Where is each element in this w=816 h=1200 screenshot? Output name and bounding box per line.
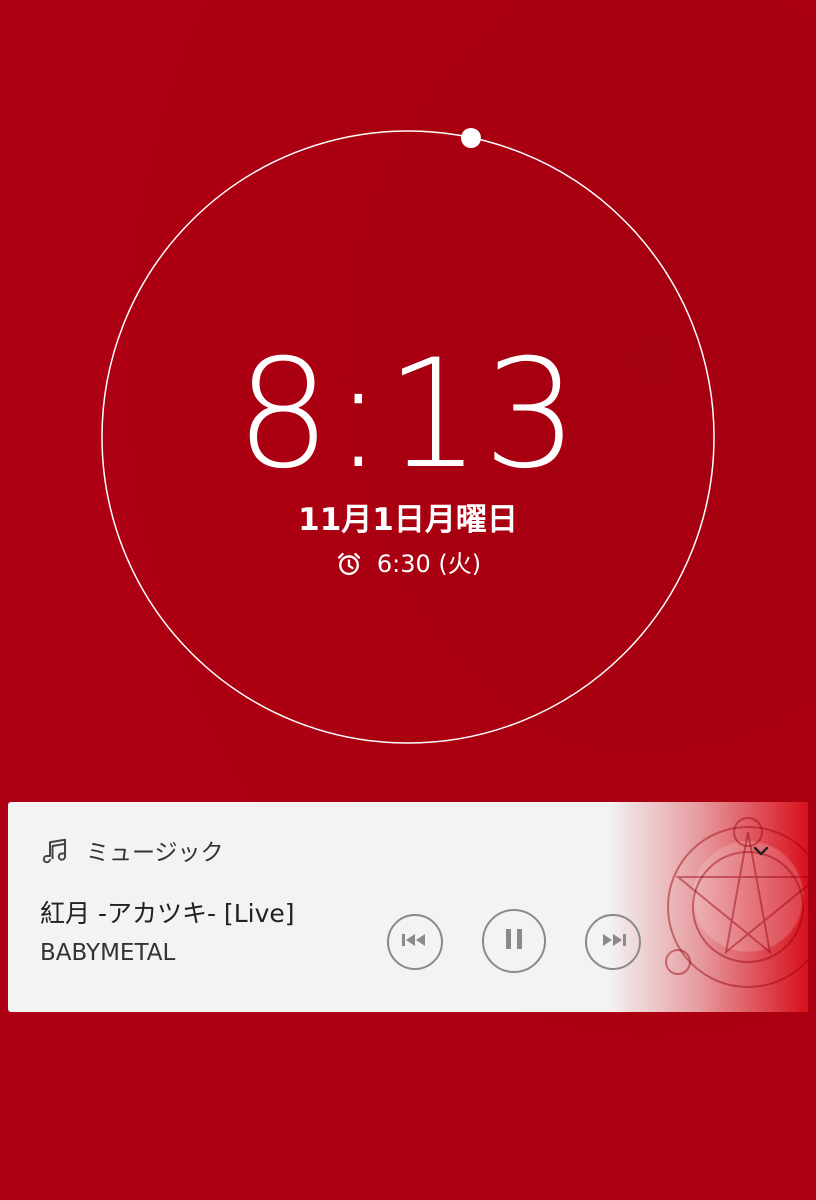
seconds-indicator-dot: [461, 128, 481, 148]
collapse-button[interactable]: [750, 840, 772, 862]
chevron-down-icon: [752, 842, 770, 861]
next-alarm: 6:30 (火): [0, 548, 816, 580]
media-notification[interactable]: ミュージック 紅月 -アカツキ- [Live] BABYMETAL: [8, 802, 808, 1012]
media-app-name: ミュージック: [86, 840, 224, 866]
next-track-button[interactable]: [585, 914, 641, 970]
music-note-icon: [40, 836, 70, 870]
clock-time: 8:13: [235, 328, 581, 502]
track-title: 紅月 -アカツキ- [Live]: [40, 899, 295, 928]
alarm-clock-icon: [335, 550, 363, 578]
track-artist: BABYMETAL: [40, 940, 176, 966]
pause-icon: [503, 927, 525, 955]
album-art: [608, 802, 808, 1012]
pause-button[interactable]: [482, 909, 546, 973]
skip-next-icon: [599, 932, 627, 952]
clock-date: 11月1日月曜日: [298, 502, 518, 538]
media-header: ミュージック: [40, 836, 224, 870]
alarm-time-text: 6:30 (火): [376, 550, 482, 578]
previous-track-button[interactable]: [387, 914, 443, 970]
skip-previous-icon: [401, 932, 429, 952]
